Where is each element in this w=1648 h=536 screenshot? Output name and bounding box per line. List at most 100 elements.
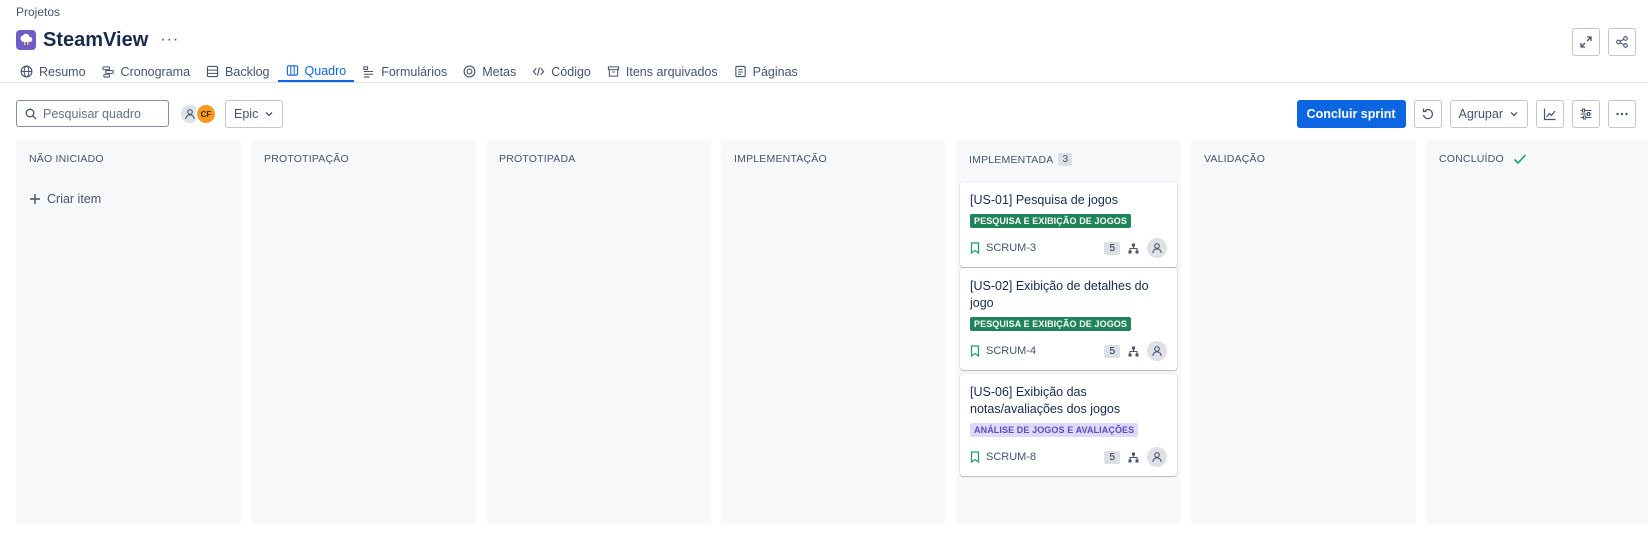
- sliders-icon: [1580, 108, 1592, 120]
- share-icon: [1616, 36, 1628, 48]
- backlog-icon: [206, 65, 219, 78]
- column-header[interactable]: IMPLEMENTADA 3: [969, 153, 1073, 166]
- issue-key[interactable]: SCRUM-8: [986, 451, 1036, 463]
- expand-icon: [1580, 36, 1592, 48]
- group-label: Agrupar: [1458, 107, 1503, 121]
- page-title: SteamView: [43, 28, 149, 51]
- board-actions: Concluir sprint Agrupar: [1296, 100, 1636, 128]
- assignee-avatar[interactable]: [1147, 447, 1167, 467]
- column-title: PROTOTIPADA: [499, 153, 576, 165]
- create-item-button[interactable]: Criar item: [29, 192, 101, 206]
- issue-card[interactable]: [US-06] Exibição das notas/avaliações do…: [960, 374, 1177, 476]
- column-concluido: CONCLUÍDO: [1426, 140, 1648, 524]
- search-input[interactable]: Pesquisar quadro: [16, 100, 169, 127]
- project-avatar-icon[interactable]: [16, 30, 36, 50]
- column-implementada: IMPLEMENTADA 3 [US-01] Pesquisa de jogos…: [956, 140, 1181, 524]
- project-header: SteamView ···: [16, 28, 179, 52]
- plus-icon: [30, 194, 40, 204]
- epic-filter-button[interactable]: Epic: [225, 100, 284, 128]
- chart-line-icon: [1543, 108, 1556, 121]
- search-icon: [25, 108, 37, 119]
- page-icon: [734, 65, 746, 78]
- insights-button[interactable]: [1536, 100, 1564, 128]
- card-title: [US-02] Exibição de detalhes do jogo: [970, 279, 1149, 310]
- chevron-down-icon: [1510, 112, 1518, 117]
- tabs-divider: [0, 82, 1648, 83]
- story-icon: [970, 451, 980, 463]
- view-settings-button[interactable]: [1572, 100, 1600, 128]
- target-icon: [463, 65, 476, 78]
- card-footer: SCRUM-8 5: [970, 446, 1167, 468]
- column-title: IMPLEMENTAÇÃO: [734, 153, 827, 165]
- tab-cronograma[interactable]: Cronograma: [94, 58, 198, 82]
- project-more-button[interactable]: ···: [160, 31, 179, 49]
- column-header[interactable]: PROTOTIPAÇÃO: [264, 153, 349, 165]
- hierarchy-icon: [1128, 346, 1139, 356]
- complete-sprint-button[interactable]: Concluir sprint: [1296, 100, 1406, 128]
- tab-codigo[interactable]: Código: [524, 58, 599, 82]
- issue-card[interactable]: [US-02] Exibição de detalhes do jogo PES…: [960, 268, 1177, 370]
- tab-resumo[interactable]: Resumo: [12, 58, 94, 82]
- tab-label: Resumo: [39, 64, 86, 79]
- column-title: VALIDAÇÃO: [1204, 153, 1266, 165]
- tab-metas[interactable]: Metas: [455, 58, 524, 82]
- globe-icon: [20, 65, 33, 78]
- header-actions: [1572, 28, 1636, 56]
- automation-button[interactable]: [1413, 100, 1442, 128]
- issue-key[interactable]: SCRUM-4: [986, 345, 1036, 357]
- check-icon: [1513, 154, 1526, 165]
- more-horizontal-icon: [1616, 112, 1628, 116]
- archive-icon: [607, 66, 620, 77]
- avatar-cf[interactable]: CF: [195, 103, 217, 125]
- column-header[interactable]: CONCLUÍDO: [1439, 153, 1527, 165]
- card-title: [US-06] Exibição das notas/avaliações do…: [970, 385, 1121, 416]
- create-item-label: Criar item: [47, 192, 102, 206]
- column-header[interactable]: IMPLEMENTAÇÃO: [734, 153, 827, 165]
- avatar-filter: CF: [179, 103, 217, 125]
- tab-quadro[interactable]: Quadro: [277, 58, 355, 82]
- tab-paginas[interactable]: Páginas: [726, 58, 806, 82]
- breadcrumb[interactable]: Projetos: [16, 5, 60, 19]
- story-icon: [970, 345, 980, 357]
- tab-label: Cronograma: [120, 64, 191, 79]
- assignee-avatar[interactable]: [1147, 238, 1167, 258]
- refresh-icon: [1422, 108, 1433, 120]
- search-placeholder: Pesquisar quadro: [43, 106, 141, 121]
- hierarchy-icon: [1128, 243, 1139, 253]
- issue-key[interactable]: SCRUM-3: [986, 242, 1036, 254]
- card-meta: 5: [1104, 340, 1167, 362]
- column-title: NÃO INICIADO: [29, 153, 104, 165]
- column-header[interactable]: VALIDAÇÃO: [1204, 153, 1265, 165]
- timeline-icon: [101, 66, 114, 78]
- column-title: PROTOTIPAÇÃO: [264, 153, 349, 165]
- tab-label: Formulários: [381, 64, 448, 79]
- tab-label: Metas: [482, 64, 517, 79]
- share-button[interactable]: [1608, 28, 1636, 56]
- tab-backlog[interactable]: Backlog: [198, 58, 277, 82]
- tab-formularios[interactable]: Formulários: [354, 58, 455, 82]
- user-icon: [1152, 346, 1162, 357]
- column-header[interactable]: PROTOTIPADA: [499, 153, 576, 165]
- story-icon: [970, 242, 980, 254]
- issue-count-badge: 3: [1058, 153, 1073, 166]
- card-footer: SCRUM-4 5: [970, 340, 1167, 362]
- tab-itens-arquivados[interactable]: Itens arquivados: [599, 58, 726, 82]
- card-meta: 5: [1104, 237, 1167, 259]
- epic-filter-label: Epic: [234, 107, 259, 121]
- code-icon: [532, 67, 545, 76]
- story-points-badge: 5: [1104, 450, 1120, 464]
- hierarchy-icon: [1128, 452, 1139, 462]
- column-prototipacao: PROTOTIPAÇÃO: [251, 140, 476, 524]
- column-header[interactable]: NÃO INICIADO: [29, 153, 104, 165]
- issue-card[interactable]: [US-01] Pesquisa de jogos PESQUISA E EXI…: [960, 182, 1177, 267]
- assignee-avatar[interactable]: [1147, 341, 1167, 361]
- user-icon: [1152, 243, 1162, 254]
- card-meta: 5: [1104, 446, 1167, 468]
- tab-label: Backlog: [225, 64, 270, 79]
- group-button[interactable]: Agrupar: [1449, 100, 1528, 128]
- expand-button[interactable]: [1572, 28, 1600, 56]
- column-nao-iniciado: NÃO INICIADO Criar item: [16, 140, 241, 524]
- more-actions-button[interactable]: [1608, 100, 1636, 128]
- column-prototipada: PROTOTIPADA: [486, 140, 711, 524]
- board-icon: [286, 65, 298, 76]
